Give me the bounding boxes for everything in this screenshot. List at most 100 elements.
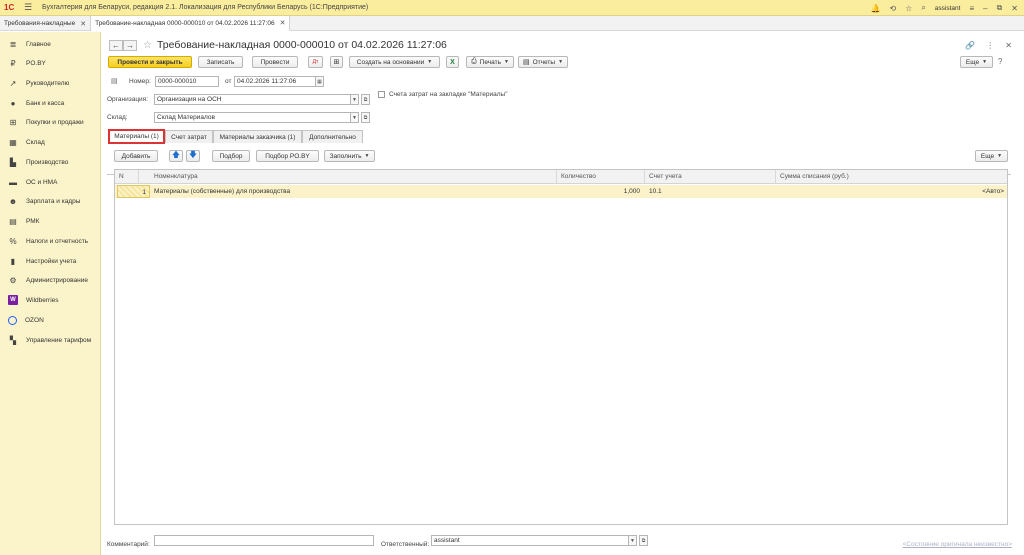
main-menu-icon[interactable]: ☰ bbox=[24, 2, 34, 13]
back-arrow-icon[interactable]: ← bbox=[109, 39, 123, 51]
sidebar-item-main[interactable]: ≣ Главное bbox=[0, 37, 101, 51]
history-icon[interactable]: ⟲ bbox=[889, 4, 896, 13]
number-label: Номер: bbox=[129, 78, 151, 85]
fill-button[interactable]: Заполнить ▼ bbox=[324, 150, 375, 162]
close-icon[interactable]: ✕ bbox=[80, 20, 86, 28]
close-icon[interactable]: ✕ bbox=[1011, 4, 1018, 13]
chevron-down-icon[interactable]: ▼ bbox=[350, 112, 359, 123]
user-name[interactable]: assistant bbox=[935, 5, 961, 12]
close-icon[interactable]: ✕ bbox=[1005, 41, 1012, 50]
favorite-star-icon[interactable]: ☆ bbox=[143, 40, 152, 51]
move-down-button[interactable]: 🡇 bbox=[186, 150, 200, 162]
column-header-quantity[interactable]: Количество bbox=[557, 170, 645, 184]
notifications-icon[interactable]: 🔔 bbox=[870, 4, 880, 13]
sidebar-item-label: Налоги и отчетность bbox=[26, 237, 89, 245]
column-header-account[interactable]: Счет учета bbox=[645, 170, 776, 184]
settings-icon[interactable]: ≡ bbox=[969, 4, 974, 13]
column-header-n[interactable]: N bbox=[115, 170, 139, 184]
number-field[interactable]: 0000-000010 bbox=[155, 76, 219, 87]
selection-button[interactable]: Подбор bbox=[212, 150, 250, 162]
column-header-item[interactable]: Номенклатура bbox=[150, 170, 557, 184]
open-link-icon[interactable]: ⧉ bbox=[361, 112, 370, 123]
sidebar-item-label: Управление тарифом bbox=[26, 336, 92, 344]
forward-arrow-icon[interactable]: → bbox=[123, 39, 137, 51]
table-more-button[interactable]: Еще ▼ bbox=[975, 150, 1008, 162]
open-link-icon[interactable]: ⧉ bbox=[361, 94, 370, 105]
terminal-icon: ▤ bbox=[9, 216, 17, 226]
favorites-icon[interactable]: ☆ bbox=[905, 4, 912, 13]
restore-icon[interactable]: ⧉ bbox=[997, 3, 1003, 13]
dt-kt-button[interactable]: Дт bbox=[308, 56, 323, 68]
sidebar-item-taxes[interactable]: % Налоги и отчетность bbox=[0, 234, 101, 248]
help-icon[interactable]: ? bbox=[998, 57, 1002, 66]
tab-additional[interactable]: Дополнительно bbox=[302, 130, 363, 143]
sidebar-item-warehouse[interactable]: ▦ Склад bbox=[0, 135, 101, 149]
excel-button[interactable]: X bbox=[446, 56, 459, 68]
chevron-down-icon[interactable]: ▼ bbox=[350, 94, 359, 105]
open-link-icon[interactable]: ⧉ bbox=[639, 535, 648, 546]
accounts-checkbox[interactable] bbox=[378, 91, 385, 98]
trend-icon: ↗ bbox=[9, 78, 17, 88]
add-button[interactable]: Добавить bbox=[114, 150, 158, 162]
row-amount[interactable]: <Авто> bbox=[776, 185, 1004, 198]
sidebar-item-production[interactable]: ▙ Производство bbox=[0, 155, 101, 169]
column-header-amount[interactable]: Сумма списания (руб.) bbox=[776, 170, 1007, 184]
truck-icon: ▬ bbox=[9, 177, 17, 187]
tab-cost-account[interactable]: Счет затрат bbox=[165, 130, 213, 143]
tab-materials[interactable]: Материалы (1) bbox=[108, 129, 165, 144]
sidebar-item-manager[interactable]: ↗ Руководителю bbox=[0, 76, 101, 90]
close-icon[interactable]: ✕ bbox=[280, 19, 286, 27]
search-icon[interactable]: ⌕ bbox=[921, 3, 925, 13]
sidebar-item-purchases[interactable]: ⊞ Покупки и продажи bbox=[0, 115, 101, 129]
tab-customer-materials[interactable]: Материалы заказчика (1) bbox=[213, 130, 302, 143]
more-vertical-icon[interactable]: ⋮ bbox=[986, 41, 994, 50]
date-field[interactable]: 04.02.2026 11:27:06 bbox=[234, 76, 316, 87]
sidebar-item-bank[interactable]: ● Банк и касса bbox=[0, 96, 101, 110]
organization-field[interactable]: Организация на ОСН bbox=[154, 94, 351, 105]
materials-table[interactable]: N Номенклатура Количество Счет учета Сум… bbox=[114, 169, 1008, 525]
selection-poby-button[interactable]: Подбор PO.BY bbox=[256, 150, 319, 162]
sidebar-item-admin[interactable]: ⚙ Администрирование bbox=[0, 273, 101, 287]
sidebar-item-label: Руководителю bbox=[26, 79, 70, 87]
chevron-down-icon: ▼ bbox=[364, 153, 370, 159]
tab-requisition-document[interactable]: Требование-накладная 0000-000010 от 04.0… bbox=[91, 16, 291, 31]
more-button[interactable]: Еще ▼ bbox=[960, 56, 993, 68]
link-icon[interactable]: 🔗 bbox=[965, 41, 975, 50]
save-button[interactable]: Записать bbox=[198, 56, 243, 68]
table-row[interactable]: 1 Материалы (собственные) для производст… bbox=[115, 185, 1007, 198]
excel-icon: X bbox=[450, 58, 455, 66]
responsible-field[interactable]: assistant bbox=[431, 535, 629, 546]
sidebar-item-assets[interactable]: ▬ ОС и НМА bbox=[0, 175, 101, 189]
sidebar-item-settings[interactable]: ▮ Настройки учета bbox=[0, 254, 101, 268]
sidebar-item-label: PO.BY bbox=[26, 59, 46, 67]
chevron-down-icon[interactable]: ▼ bbox=[628, 535, 637, 546]
warehouse-field[interactable]: Склад Материалов bbox=[154, 112, 351, 123]
sidebar-item-salary[interactable]: ☻ Зарплата и кадры bbox=[0, 194, 101, 208]
row-account[interactable]: 10.1 bbox=[649, 185, 769, 198]
post-and-close-button[interactable]: Провести и закрыть bbox=[108, 56, 192, 68]
original-status-link[interactable]: <Состояние оригинала неизвестно> bbox=[903, 541, 1012, 548]
sidebar-item-poby[interactable]: ₽ PO.BY bbox=[0, 56, 101, 70]
post-button[interactable]: Провести bbox=[252, 56, 298, 68]
row-item[interactable]: Материалы (собственные) для производства bbox=[154, 185, 554, 198]
p-icon: ₽ bbox=[10, 58, 16, 68]
minimize-icon[interactable]: – bbox=[983, 4, 987, 13]
sidebar-item-label: Покупки и продажи bbox=[26, 118, 84, 126]
print-button[interactable]: ⎙ Печать ▼ bbox=[466, 56, 514, 68]
reports-button[interactable]: ▤ Отчеты ▼ bbox=[518, 56, 568, 68]
row-quantity[interactable]: 1,000 bbox=[557, 185, 640, 198]
tab-label: Требования-накладные bbox=[4, 20, 76, 27]
sidebar-item-ozon[interactable]: OZON bbox=[0, 313, 101, 327]
sidebar-item-label: Администрирование bbox=[26, 276, 88, 284]
calendar-icon[interactable]: ▦ bbox=[315, 76, 324, 87]
comment-field[interactable] bbox=[154, 535, 374, 546]
move-up-button[interactable]: 🡅 bbox=[169, 150, 183, 162]
sidebar-item-label: РМК bbox=[26, 217, 40, 225]
sidebar-item-rmk[interactable]: ▤ РМК bbox=[0, 214, 101, 228]
create-based-on-button[interactable]: Создать на основании ▼ bbox=[349, 56, 440, 68]
structure-button[interactable]: ⊞ bbox=[330, 56, 343, 68]
sidebar-item-tariff[interactable]: ▚ Управление тарифом bbox=[0, 333, 101, 347]
doc-icon: ▤ bbox=[111, 78, 118, 85]
tab-requisitions-list[interactable]: Требования-накладные ✕ bbox=[0, 16, 92, 31]
sidebar-item-wildberries[interactable]: W Wildberries bbox=[0, 293, 101, 307]
